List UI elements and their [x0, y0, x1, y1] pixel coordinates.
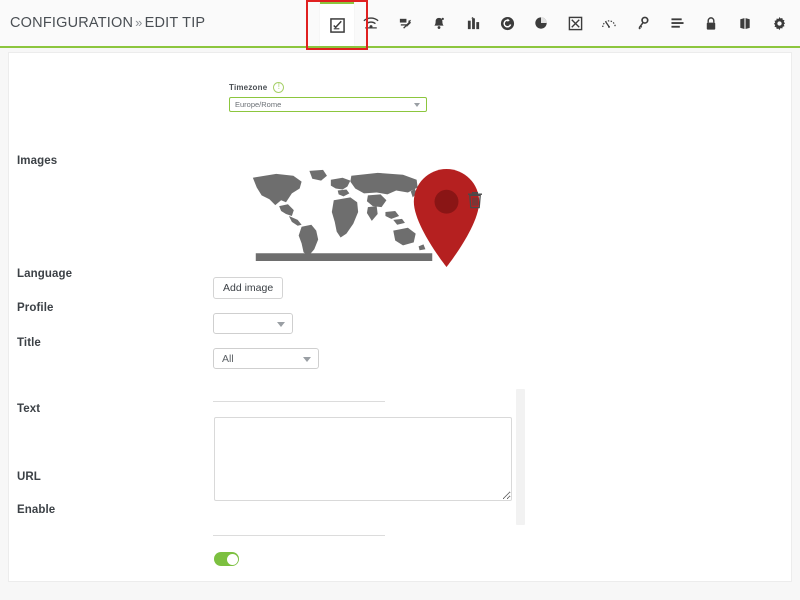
tab-export[interactable]	[558, 0, 592, 46]
edit-tip-form-panel: Timezone ! Europe/Rome Images Add image …	[8, 52, 792, 582]
checklist-icon	[329, 17, 345, 33]
bar-chart-icon	[466, 16, 481, 31]
text-textarea[interactable]	[214, 417, 512, 501]
key-icon	[636, 16, 650, 31]
url-input[interactable]	[213, 519, 385, 536]
timezone-select[interactable]: Europe/Rome	[229, 97, 427, 112]
world-map-image[interactable]	[247, 165, 480, 267]
timezone-field: Timezone ! Europe/Rome	[229, 81, 429, 112]
text-label: Text	[17, 403, 41, 415]
chevron-down-icon	[277, 321, 285, 327]
language-select[interactable]	[213, 313, 293, 334]
toolbar-tabs	[320, 0, 796, 48]
gauge-icon	[601, 17, 617, 30]
breadcrumb-separator: »	[135, 15, 143, 30]
tab-wifi[interactable]	[354, 0, 388, 46]
tab-security[interactable]	[694, 0, 728, 46]
tab-monitor[interactable]	[592, 0, 626, 46]
tab-logs[interactable]	[660, 0, 694, 46]
toggle-knob	[226, 553, 238, 565]
gear-icon	[772, 16, 787, 31]
trash-icon[interactable]	[467, 191, 483, 209]
location-pin-icon	[413, 169, 480, 267]
timezone-label: Timezone	[229, 82, 268, 92]
timezone-value: Europe/Rome	[235, 100, 282, 109]
images-label: Images	[17, 155, 58, 167]
language-label: Language	[17, 268, 73, 280]
bell-icon	[432, 16, 446, 31]
chevron-down-icon	[303, 356, 311, 362]
tab-tip-editor[interactable]	[320, 0, 354, 46]
url-label: URL	[17, 471, 41, 483]
chevron-down-icon	[414, 103, 420, 107]
tab-settings[interactable]	[762, 0, 796, 46]
tab-portal[interactable]	[524, 0, 558, 46]
tab-devices[interactable]	[388, 0, 422, 46]
tab-statistics[interactable]	[456, 0, 490, 46]
wifi-icon	[363, 16, 379, 30]
top-bar: CONFIGURATION» EDIT TIP	[0, 0, 800, 48]
info-icon[interactable]: !	[273, 81, 285, 93]
book-icon	[738, 16, 752, 31]
tab-refresh[interactable]	[490, 0, 524, 46]
profile-value: All	[222, 352, 234, 365]
text-scrollbar-thumb[interactable]	[516, 389, 525, 525]
title-label: Title	[17, 337, 41, 349]
tab-credentials[interactable]	[626, 0, 660, 46]
breadcrumb: CONFIGURATION» EDIT TIP	[10, 15, 205, 31]
title-input[interactable]	[213, 385, 385, 402]
tab-library[interactable]	[728, 0, 762, 46]
list-icon	[670, 17, 685, 30]
breadcrumb-root[interactable]: CONFIGURATION	[10, 15, 133, 31]
device-share-icon	[398, 16, 413, 31]
lock-icon	[705, 16, 717, 31]
profile-label: Profile	[17, 302, 54, 314]
profile-select[interactable]: All	[213, 348, 319, 369]
breadcrumb-current: EDIT TIP	[144, 15, 206, 31]
circle-arrow-icon	[500, 16, 515, 31]
add-image-button[interactable]: Add image	[213, 277, 284, 299]
circle-pie-icon	[534, 16, 548, 30]
enable-label: Enable	[17, 504, 56, 516]
tab-alerts[interactable]	[422, 0, 456, 46]
enable-toggle[interactable]	[214, 552, 239, 566]
export-box-icon	[568, 16, 583, 31]
